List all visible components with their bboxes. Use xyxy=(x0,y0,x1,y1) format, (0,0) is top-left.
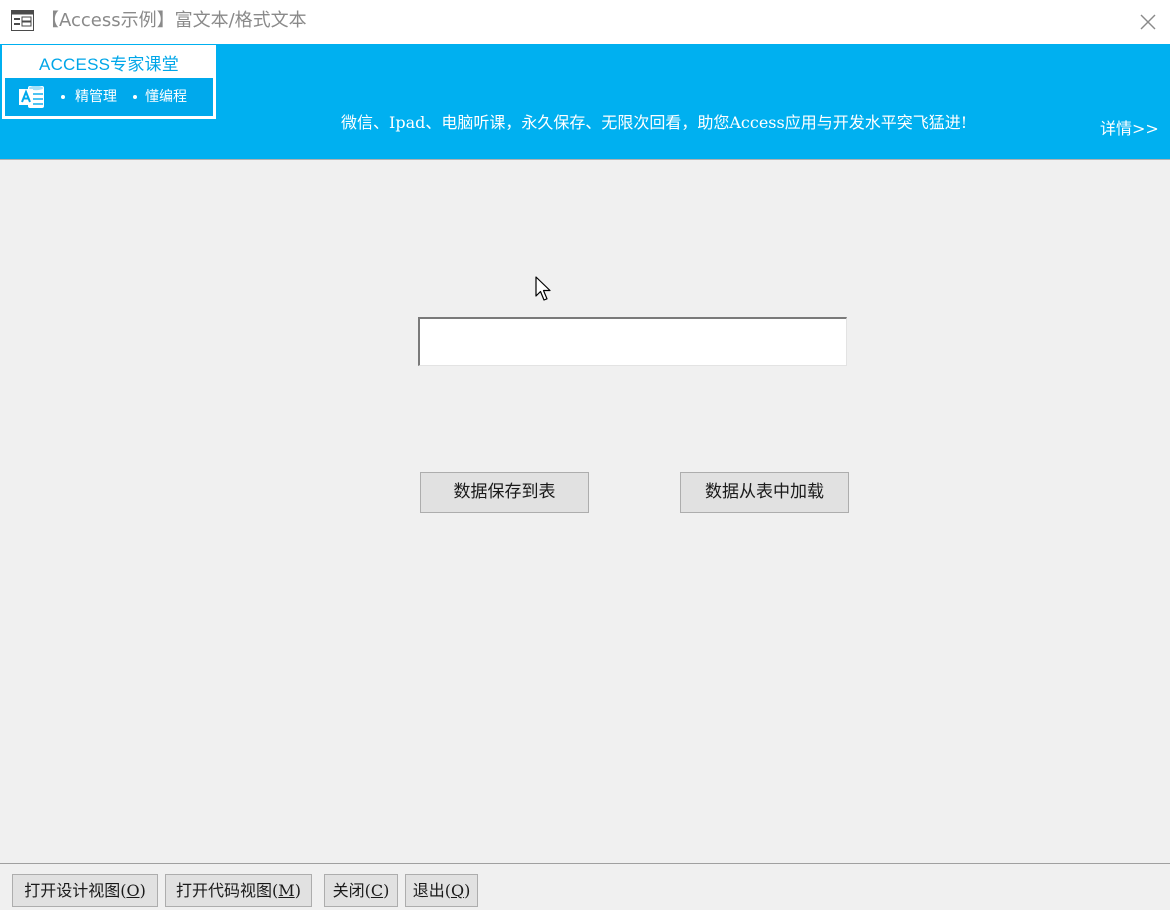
exit-button[interactable]: 退出(Q) xyxy=(405,874,478,907)
close-icon[interactable] xyxy=(1132,6,1164,38)
window-title: 【Access示例】富文本/格式文本 xyxy=(41,10,307,31)
logo-title: ACCESS专家课堂 xyxy=(39,55,179,74)
details-link[interactable]: 详情>> xyxy=(1100,119,1159,139)
logo-tag-program: 懂编程 xyxy=(133,88,187,106)
mouse-pointer-icon xyxy=(535,276,551,301)
open-code-view-button[interactable]: 打开代码视图(M) xyxy=(165,874,312,907)
logo-tagline-strip: 精管理 懂编程 xyxy=(5,78,213,116)
banner-divider xyxy=(0,159,1170,160)
title-bar: 【Access示例】富文本/格式文本 xyxy=(0,0,1170,44)
footer-divider xyxy=(0,863,1170,864)
form-icon xyxy=(11,10,34,31)
load-from-table-button[interactable]: 数据从表中加载 xyxy=(680,472,849,513)
open-design-view-button[interactable]: 打开设计视图(O) xyxy=(12,874,158,907)
close-form-button[interactable]: 关闭(C) xyxy=(324,874,398,907)
promo-banner: ACCESS专家课堂 精管理 懂编程 微信、Ipad、电脑听课，永久保存、无限次… xyxy=(0,44,1170,159)
promo-text[interactable]: 微信、Ipad、电脑听课，永久保存、无限次回看，助您Access应用与开发水平突… xyxy=(341,113,967,133)
logo-tag-manage: 精管理 xyxy=(61,88,117,106)
access-form-window: 【Access示例】富文本/格式文本 ACCESS专家课堂 精管理 懂编程 微信… xyxy=(0,0,1170,910)
save-to-table-button[interactable]: 数据保存到表 xyxy=(420,472,589,513)
rich-text-input[interactable] xyxy=(418,317,847,366)
course-logo[interactable]: ACCESS专家课堂 精管理 懂编程 xyxy=(2,45,216,119)
access-logo-icon xyxy=(19,85,44,108)
